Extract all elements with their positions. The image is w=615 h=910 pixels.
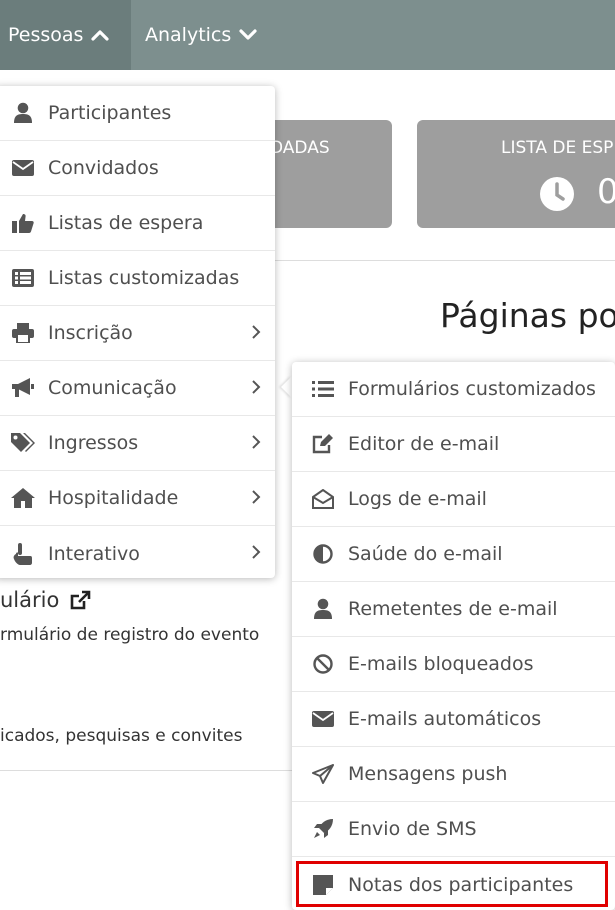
printer-icon [10, 323, 36, 343]
menu-item-label: Convidados [48, 157, 159, 179]
menu-item-label: Hospitalidade [48, 487, 179, 509]
chevron-up-icon [91, 30, 110, 41]
menu-item-hospitalidade[interactable]: Hospitalidade [0, 471, 275, 526]
menu-item-ingressos[interactable]: Ingressos [0, 416, 275, 471]
chevron-down-icon [239, 29, 257, 40]
stat-card-waitlist[interactable]: LISTA DE ESPE 0 [417, 120, 615, 228]
menu-item-listas-de-espera[interactable]: Listas de espera [0, 196, 275, 251]
ban-icon [310, 654, 336, 674]
list-icon [10, 269, 36, 287]
submenu-caret [281, 376, 292, 398]
divider [0, 770, 292, 771]
menu-item-label: Listas customizadas [48, 267, 240, 289]
menu-item-emails-bloqueados[interactable]: E-mails bloqueados [292, 637, 615, 692]
menu-item-listas-customizadas[interactable]: Listas customizadas [0, 251, 275, 306]
menu-item-label: Interativo [48, 542, 140, 565]
menu-item-label: Participantes [48, 102, 172, 124]
menu-item-editor-de-email[interactable]: Editor de e-mail [292, 417, 615, 472]
top-nav-bar: Pessoas Analytics [0, 0, 615, 70]
chevron-right-icon [252, 490, 261, 504]
chevron-right-icon [252, 325, 261, 339]
nav-analytics-label: Analytics [145, 24, 232, 46]
chevron-right-icon [252, 545, 261, 559]
external-link-icon [71, 590, 91, 610]
communication-description: icados, pesquisas e convites [0, 726, 243, 746]
stat-card-value: 0 [597, 172, 615, 212]
half-circle-icon [310, 544, 336, 564]
chevron-right-icon [252, 435, 261, 449]
form-description: rmulário de registro do evento [0, 625, 260, 645]
menu-item-envio-de-sms[interactable]: Envio de SMS [292, 802, 615, 857]
menu-item-participantes[interactable]: Participantes [0, 86, 275, 141]
menu-item-label: Ingressos [48, 432, 139, 454]
stat-card-title: LISTA DE ESPE [501, 138, 615, 158]
form-link[interactable]: ulário [0, 588, 93, 612]
rocket-icon [310, 818, 336, 840]
megaphone-icon [10, 378, 36, 398]
menu-item-label: Remetentes de e-mail [348, 598, 558, 620]
menu-item-formularios-customizados[interactable]: Formulários customizados [292, 362, 615, 417]
menu-item-label: E-mails bloqueados [348, 653, 534, 675]
menu-item-label: Logs de e-mail [348, 488, 487, 510]
menu-item-comunicacao[interactable]: Comunicação [0, 361, 275, 416]
envelope-icon [310, 711, 336, 727]
menu-item-label: Envio de SMS [348, 818, 477, 840]
envelope-icon [10, 160, 36, 176]
envelope-open-icon [310, 489, 336, 509]
menu-item-label: Inscrição [48, 322, 133, 344]
menu-item-mensagens-push[interactable]: Mensagens push [292, 747, 615, 802]
edit-icon [310, 434, 336, 454]
tags-icon [10, 433, 36, 453]
nav-analytics[interactable]: Analytics [145, 0, 257, 70]
highlight-box [296, 861, 608, 907]
menu-item-label: E-mails automáticos [348, 708, 542, 730]
user-icon [310, 598, 336, 620]
menu-item-label: Listas de espera [48, 212, 204, 234]
menu-item-remetentes-de-email[interactable]: Remetentes de e-mail [292, 582, 615, 637]
menu-item-label: Editor de e-mail [348, 433, 500, 455]
menu-item-inscricao[interactable]: Inscrição [0, 306, 275, 361]
chevron-right-icon [252, 380, 261, 394]
form-title: ulário [0, 588, 60, 612]
comunicacao-submenu: Formulários customizados Editor de e-mai… [292, 362, 615, 910]
home-icon [10, 488, 36, 508]
clock-icon [540, 177, 574, 211]
nav-pessoas-label: Pessoas [8, 24, 84, 46]
stat-card-title: DADAS [270, 138, 330, 158]
list-ul-icon [310, 381, 336, 397]
menu-item-emails-automaticos[interactable]: E-mails automáticos [292, 692, 615, 747]
menu-item-label: Comunicação [48, 377, 177, 399]
menu-item-saude-do-email[interactable]: Saúde do e-mail [292, 527, 615, 582]
paper-plane-icon [310, 764, 336, 784]
pointer-hand-icon [10, 542, 36, 565]
menu-item-label: Mensagens push [348, 763, 508, 785]
pessoas-dropdown-menu: Participantes Convidados Listas de esper… [0, 86, 275, 578]
section-title: Páginas po [440, 296, 615, 335]
nav-pessoas[interactable]: Pessoas [0, 0, 131, 70]
menu-item-label: Saúde do e-mail [348, 543, 503, 565]
menu-item-interativo[interactable]: Interativo [0, 526, 275, 581]
menu-item-convidados[interactable]: Convidados [0, 141, 275, 196]
user-icon [10, 102, 36, 124]
menu-item-logs-de-email[interactable]: Logs de e-mail [292, 472, 615, 527]
thumbs-up-icon [10, 213, 36, 233]
menu-item-label: Formulários customizados [348, 378, 596, 400]
